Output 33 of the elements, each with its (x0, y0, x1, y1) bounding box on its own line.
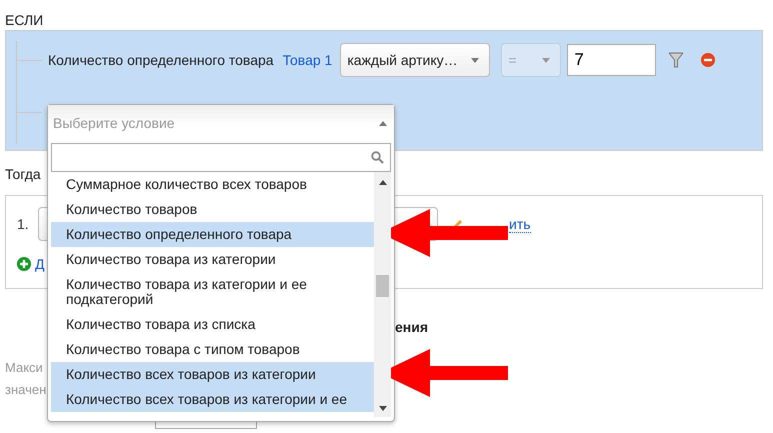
condition-option[interactable]: Количество товаров (51, 197, 374, 222)
section-heading: ения (395, 319, 428, 335)
condition-option[interactable]: Количество всех товаров из категории и ее (51, 387, 374, 412)
if-label: ЕСЛИ (4, 11, 44, 30)
add-link[interactable]: Д (35, 256, 44, 272)
mode-select[interactable]: каждый артику… (340, 43, 490, 77)
condition-label: Количество определенного товара (48, 52, 274, 68)
condition-option[interactable]: Количество товара из списка (51, 312, 374, 337)
edit-link[interactable]: ить (509, 216, 531, 232)
value-field[interactable]: 7 (567, 44, 656, 76)
scroll-up-icon[interactable] (378, 180, 386, 185)
filter-icon[interactable] (669, 52, 684, 68)
product-link[interactable]: Товар 1 (282, 52, 332, 68)
then-label: Тогда (5, 166, 41, 182)
caret-icon (471, 58, 480, 62)
search-field[interactable] (51, 143, 391, 172)
caret-icon (542, 58, 550, 62)
condition-option[interactable]: Количество товара с типом товаров (51, 337, 374, 362)
condition-option[interactable]: Количество определенного товара (51, 222, 374, 247)
scroll-down-icon[interactable] (378, 406, 386, 411)
condition-option[interactable]: Количество товара из категории (51, 247, 374, 272)
action-number: 1. (17, 216, 30, 232)
scrollbar[interactable] (374, 172, 391, 417)
condition-option[interactable]: Количество всех товаров из категории (51, 362, 374, 387)
condition-option[interactable]: Количество товара из категории и ее подкатегорий (51, 272, 374, 312)
condition-option[interactable]: Суммарное количество всех товаров (51, 172, 374, 197)
caret-icon (379, 120, 387, 126)
remove-icon[interactable] (701, 53, 716, 67)
scroll-thumb[interactable] (376, 275, 389, 297)
search-icon (371, 151, 384, 164)
field-label: значен (5, 381, 46, 399)
add-icon[interactable] (17, 257, 31, 271)
field-label: Макси (5, 359, 43, 377)
